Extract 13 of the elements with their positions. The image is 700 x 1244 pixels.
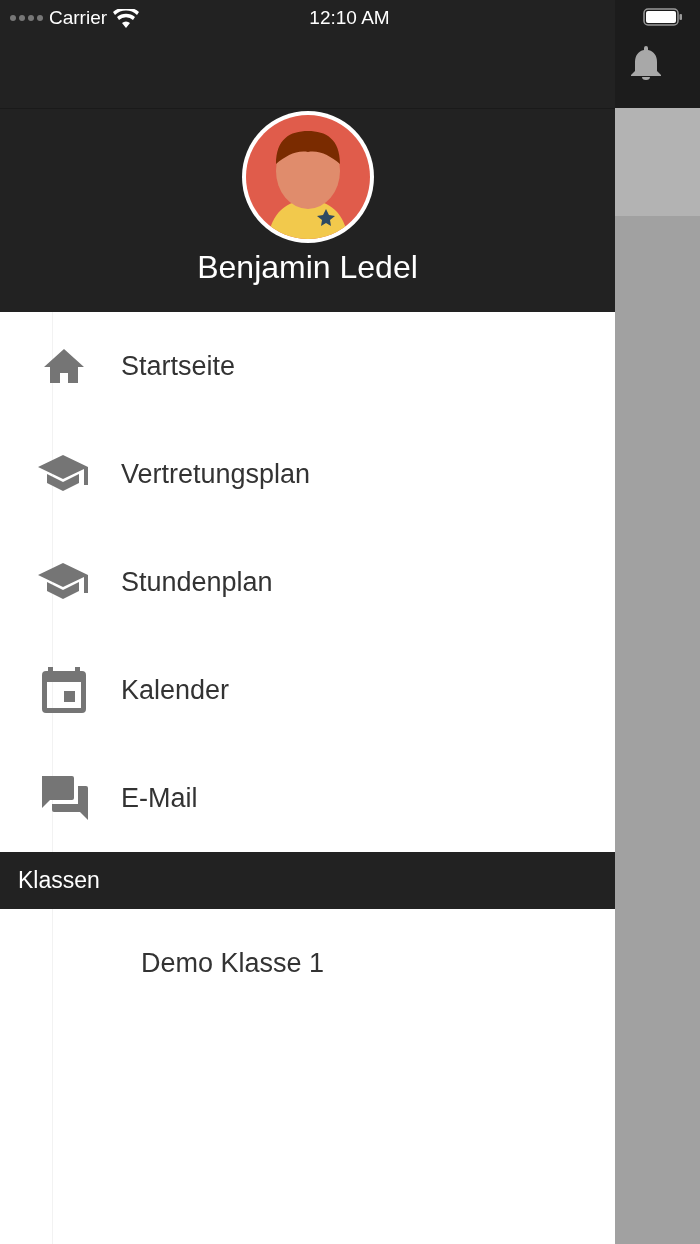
battery-icon bbox=[642, 8, 683, 26]
status-time: 12:10 AM bbox=[309, 7, 390, 29]
notification-bell-icon[interactable] bbox=[631, 46, 661, 80]
wifi-icon bbox=[113, 8, 140, 28]
graduation-cap-icon bbox=[38, 563, 90, 601]
carrier-label: Carrier bbox=[49, 7, 108, 29]
home-icon bbox=[44, 349, 84, 383]
profile-name: Benjamin Ledel bbox=[197, 249, 418, 286]
signal-icon bbox=[10, 15, 43, 21]
calendar-icon bbox=[42, 667, 86, 713]
section-header: Klassen bbox=[0, 852, 615, 909]
chat-icon bbox=[40, 776, 88, 820]
graduation-cap-icon bbox=[38, 455, 90, 493]
